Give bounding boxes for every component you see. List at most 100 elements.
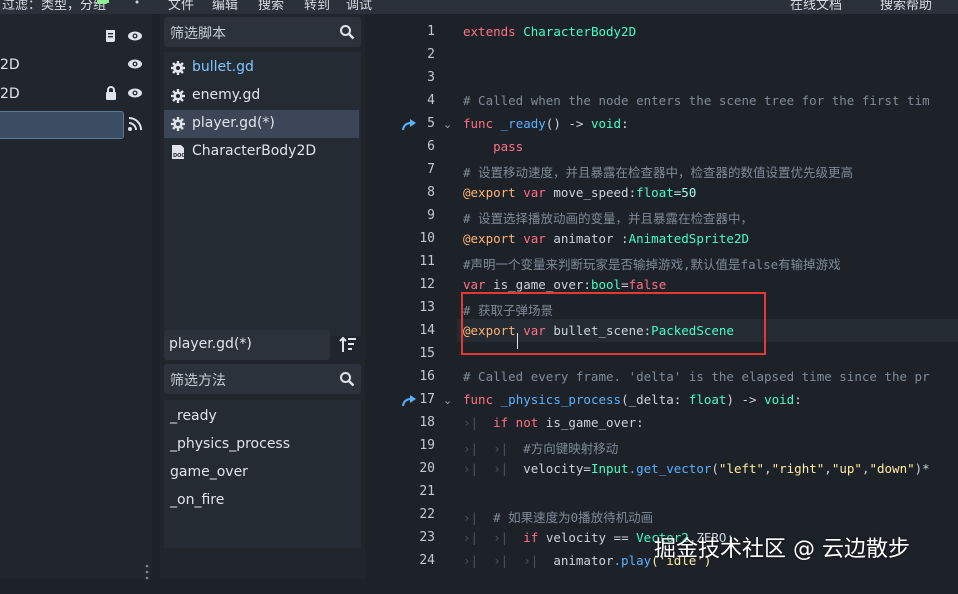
line-number: 1: [427, 24, 435, 39]
script-item-bullet[interactable]: bullet.gd: [164, 54, 359, 82]
line-number: 15: [419, 346, 435, 361]
line-number: 12: [419, 277, 435, 292]
scene-tree: 2D 2D: [0, 14, 152, 580]
lock-icon[interactable]: [102, 84, 120, 102]
code-line-22: ›| # 如果速度为0播放待机动画: [463, 510, 654, 525]
line-number: 6: [427, 139, 435, 154]
signal-icon[interactable]: [126, 115, 144, 133]
current-file-name: player.gd(*): [169, 336, 252, 352]
line-number: 13: [419, 300, 435, 315]
more-options-icon[interactable]: [134, 0, 140, 8]
method-item[interactable]: _physics_process: [170, 436, 290, 452]
menu-goto[interactable]: 转到: [304, 0, 330, 13]
script-icon[interactable]: [102, 27, 120, 45]
add-node-icon[interactable]: [92, 0, 114, 10]
node-label: 2D: [0, 86, 20, 102]
code-token: CharacterBody2D: [523, 24, 637, 39]
visibility-eye-icon[interactable]: [126, 27, 144, 45]
code-token: bool: [590, 277, 622, 292]
script-item-label: player.gd(*): [192, 115, 275, 131]
line-number: 18: [419, 415, 435, 430]
scene-tree-row-selected[interactable]: [0, 110, 152, 139]
code-line-20: ›| ›| velocity=Input.get_vector("left","…: [463, 461, 930, 476]
menu-debug[interactable]: 调试: [346, 0, 372, 13]
method-item[interactable]: _ready: [170, 408, 217, 424]
filter-methods-input[interactable]: 筛选方法: [164, 364, 361, 394]
line-number: 24: [419, 553, 435, 568]
code-token: )*: [914, 461, 930, 476]
code-token: animator: [553, 553, 614, 568]
menu-search[interactable]: 搜索: [258, 0, 284, 13]
code-token: var: [523, 185, 546, 200]
line-number: 11: [419, 254, 435, 269]
code-token: #方向键映射移动: [523, 441, 619, 456]
script-list-panel: 筛选脚本 bullet.gd enemy.gd player.gd(*) DOC: [160, 14, 365, 579]
code-token: is_game_over:: [545, 415, 644, 430]
line-number: 8: [427, 185, 435, 200]
override-arrow-icon[interactable]: [401, 394, 417, 408]
gear-icon: [170, 88, 186, 104]
code-token: _ready: [500, 116, 546, 131]
code-line-7: # 设置移动速度，并且暴露在检查器中，检查器的数值设置优先级更高: [463, 165, 854, 180]
script-item-player[interactable]: player.gd(*): [164, 110, 359, 138]
method-list: _ready _physics_process game_over _on_fi…: [164, 400, 361, 548]
code-token: =50: [673, 185, 697, 200]
line-number: 3: [427, 70, 435, 85]
code-token: () ->: [545, 116, 584, 131]
method-item[interactable]: _on_fire: [170, 492, 224, 508]
fold-arrow-icon[interactable]: ⌄: [443, 394, 452, 407]
search-help-button[interactable]: 搜索帮助: [880, 0, 932, 13]
svg-text:DOC: DOC: [173, 153, 185, 159]
code-editor[interactable]: 1 2 3 4 5 6 7 8 9 10 11 12 13 14 15 16 1…: [367, 14, 958, 579]
code-token: (: [711, 461, 719, 476]
code-token: "right": [771, 461, 825, 476]
script-item-characterbody2d[interactable]: DOC CharacterBody2D: [164, 138, 359, 166]
code-line-4: # Called when the node enters the scene …: [463, 93, 930, 108]
code-line-10: @export var animator :AnimatedSprite2D: [463, 231, 749, 246]
selection-highlight: [0, 111, 124, 139]
visibility-eye-icon[interactable]: [126, 84, 144, 102]
fold-arrow-icon[interactable]: ⌄: [443, 118, 452, 131]
code-line-9: # 设置选择播放动画的变量，并且暴露在检查器中，: [463, 211, 754, 226]
code-token: _physics_process: [500, 392, 622, 407]
scene-tree-panel: 2D 2D: [0, 14, 152, 580]
highlight-annotation-box: [461, 292, 766, 355]
script-item-label: enemy.gd: [192, 87, 261, 103]
code-token: velocity ==: [545, 530, 629, 545]
code-token: void: [764, 392, 795, 407]
current-file-label: player.gd(*): [164, 330, 330, 360]
code-line-19: ›| ›| #方向键映射移动: [463, 441, 619, 456]
menu-file[interactable]: 文件: [168, 0, 194, 13]
override-arrow-icon[interactable]: [401, 118, 417, 132]
online-docs-button[interactable]: 在线文档: [790, 0, 842, 13]
script-item-label: CharacterBody2D: [192, 143, 317, 159]
code-token: float: [636, 185, 674, 200]
code-token: @export: [463, 185, 516, 200]
code-line-12: var is_game_over:bool=false: [463, 277, 666, 292]
code-line-1: extends CharacterBody2D: [463, 24, 636, 39]
method-item[interactable]: game_over: [170, 464, 248, 480]
code-token: false: [628, 277, 667, 292]
watermark: 掘金技术社区 @ 云边散步: [654, 537, 910, 562]
visibility-eye-icon[interactable]: [126, 55, 144, 73]
script-item-enemy[interactable]: enemy.gd: [164, 82, 359, 110]
code-token: velocity=: [523, 461, 591, 476]
node-label: 2D: [0, 57, 20, 73]
code-token: AnimatedSprite2D: [628, 231, 750, 246]
sort-methods-icon[interactable]: [334, 330, 362, 360]
script-list: bullet.gd enemy.gd player.gd(*) DOC Char…: [164, 52, 361, 336]
line-number: 21: [419, 484, 435, 499]
code-token: float: [688, 392, 727, 407]
scene-tree-row[interactable]: 2D: [0, 52, 152, 80]
code-token: if: [523, 530, 539, 545]
node-filter-placeholder[interactable]: 过滤：类型，分组: [2, 0, 106, 13]
filter-scripts-input[interactable]: 筛选脚本: [164, 17, 361, 47]
line-number: 20: [419, 461, 435, 476]
line-number: 10: [419, 231, 435, 246]
code-token: # 如果速度为0播放待机动画: [493, 510, 654, 525]
scene-tree-row[interactable]: [0, 24, 152, 52]
menu-edit[interactable]: 编辑: [212, 0, 238, 13]
scrollbar-dots-icon[interactable]: [144, 562, 150, 590]
scene-tree-row[interactable]: 2D: [0, 81, 152, 109]
filter-scripts-placeholder: 筛选脚本: [170, 26, 226, 42]
